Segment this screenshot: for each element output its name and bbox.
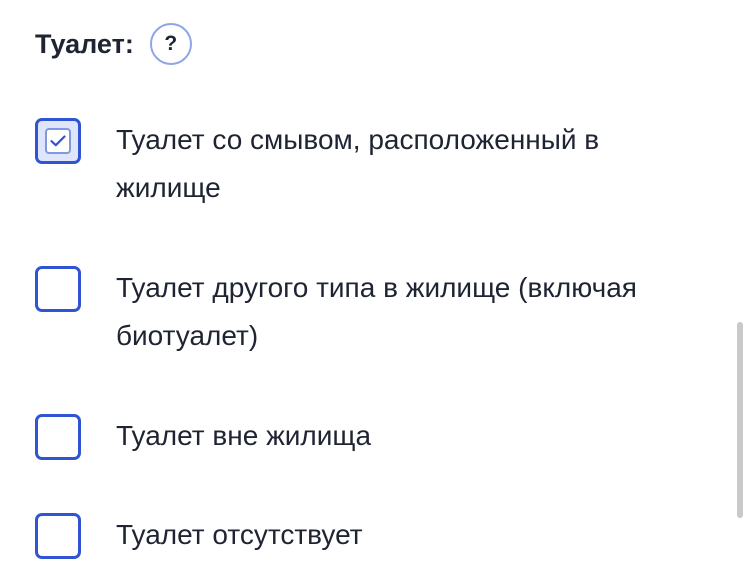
question-title: Туалет:	[35, 28, 134, 59]
option-label: Туалет другого типа в жилище (включая би…	[116, 272, 637, 351]
option-flush-toilet-inside[interactable]: Туалет со смывом, расположенный в жилище	[35, 118, 706, 212]
option-label: Туалет вне жилища	[116, 420, 372, 451]
checkbox-unchecked[interactable]	[35, 266, 81, 312]
help-button[interactable]: ?	[149, 23, 192, 65]
checkbox-unchecked[interactable]	[35, 513, 81, 559]
check-icon	[45, 128, 71, 154]
option-label: Туалет отсутствует	[116, 519, 363, 550]
option-toilet-outside[interactable]: Туалет вне жилища	[35, 414, 706, 460]
checkbox-unchecked[interactable]	[35, 414, 81, 460]
scrollbar[interactable]	[737, 322, 743, 518]
option-no-toilet[interactable]: Туалет отсутствует	[35, 513, 706, 559]
question-header: Туалет: ?	[35, 22, 192, 66]
option-other-toilet-inside[interactable]: Туалет другого типа в жилище (включая би…	[35, 266, 706, 360]
option-label: Туалет со смывом, расположенный в жилище	[116, 124, 600, 203]
checkbox-checked[interactable]	[35, 118, 81, 164]
